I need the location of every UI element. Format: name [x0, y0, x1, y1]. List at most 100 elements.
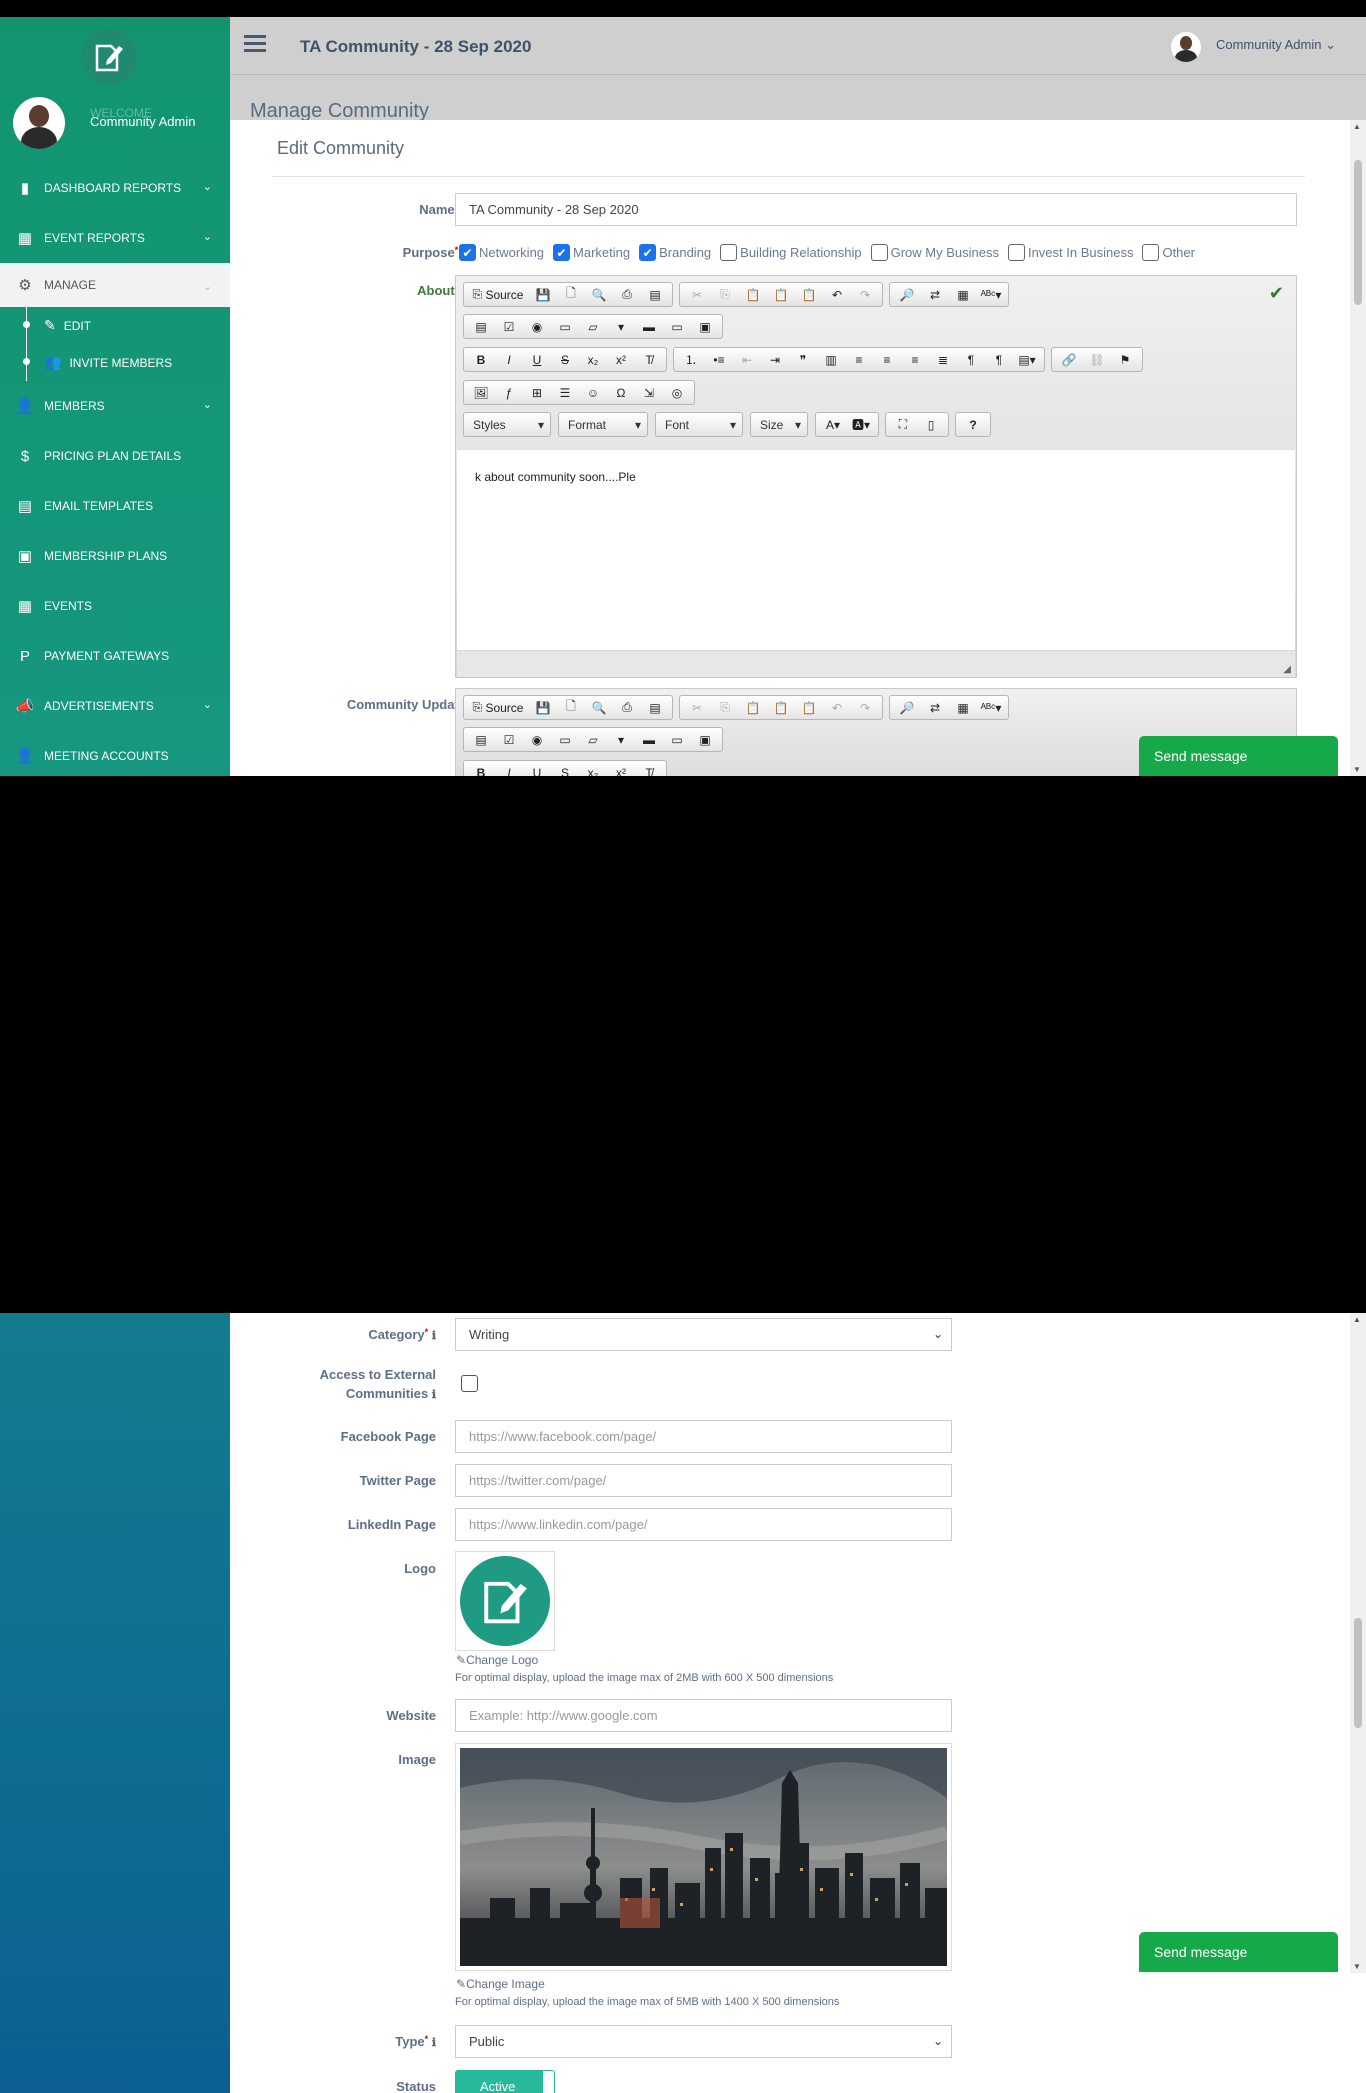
- find-icon[interactable]: 🔎: [893, 695, 921, 720]
- textarea-icon[interactable]: ▱: [579, 314, 607, 339]
- scroll-up-icon[interactable]: ▲: [1353, 1315, 1361, 1324]
- replace-icon[interactable]: ⇄: [921, 282, 949, 307]
- button-icon[interactable]: ▬: [635, 314, 663, 339]
- select-all-icon[interactable]: ▦: [949, 695, 977, 720]
- underline-icon[interactable]: U: [523, 760, 551, 777]
- page-break-icon[interactable]: ⇲: [635, 380, 663, 405]
- strike-icon[interactable]: S: [551, 760, 579, 777]
- strike-icon[interactable]: S: [551, 347, 579, 372]
- sidebar-item-advertisements[interactable]: 📣 ADVERTISEMENTS ⌄: [0, 681, 230, 731]
- purpose-invest-in-business[interactable]: Invest In Business: [1007, 244, 1133, 261]
- source-button[interactable]: ⎘ Source: [467, 282, 529, 307]
- subscript-icon[interactable]: x₂: [579, 760, 607, 777]
- image-button-icon[interactable]: ▭: [663, 727, 691, 752]
- undo-icon[interactable]: ↶: [823, 282, 851, 307]
- sidebar-item-meeting-accounts[interactable]: 👤 MEETING ACCOUNTS: [0, 731, 230, 776]
- change-image-link[interactable]: ✎Change Image: [456, 1977, 545, 1991]
- about-editor-content[interactable]: k about community soon....Ple: [457, 450, 1295, 650]
- text-color-icon[interactable]: A▾: [819, 412, 847, 437]
- align-right-icon[interactable]: ≡: [901, 347, 929, 372]
- textfield-icon[interactable]: ▭: [551, 314, 579, 339]
- send-message-button[interactable]: Send message: [1139, 1932, 1338, 1972]
- scroll-down-icon[interactable]: ▼: [1353, 765, 1361, 774]
- spellcheck-icon[interactable]: ᴬᴮᶜ▾: [977, 695, 1005, 720]
- superscript-icon[interactable]: x²: [607, 347, 635, 372]
- status-toggle[interactable]: Active: [455, 2070, 543, 2093]
- select-all-icon[interactable]: ▦: [949, 282, 977, 307]
- new-page-icon[interactable]: 🗋: [557, 695, 585, 720]
- size-dropdown[interactable]: Size ▾: [750, 412, 808, 437]
- sidebar-item-pricing-plan-details[interactable]: $ PRICING PLAN DETAILS: [0, 431, 230, 481]
- paste-word-icon[interactable]: 📋: [795, 695, 823, 720]
- external-communities-checkbox[interactable]: [461, 1375, 478, 1392]
- purpose-marketing[interactable]: ✔ Marketing: [553, 244, 630, 261]
- font-dropdown[interactable]: Font ▾: [655, 412, 743, 437]
- italic-icon[interactable]: I: [495, 760, 523, 777]
- italic-icon[interactable]: I: [495, 347, 523, 372]
- language-icon[interactable]: ▤▾: [1013, 347, 1041, 372]
- textfield-icon[interactable]: ▭: [551, 727, 579, 752]
- form-icon[interactable]: ▤: [467, 727, 495, 752]
- sidebar-subitem-edit[interactable]: ✎ EDIT: [0, 307, 230, 344]
- redo-icon[interactable]: ↷: [851, 282, 879, 307]
- align-left-icon[interactable]: ≡: [845, 347, 873, 372]
- paste-text-icon[interactable]: 📋: [767, 695, 795, 720]
- sidebar-item-event-reports[interactable]: ▦ EVENT REPORTS ⌄: [0, 213, 230, 263]
- status-toggle-knob[interactable]: [543, 2070, 555, 2093]
- flash-icon[interactable]: ƒ: [495, 380, 523, 405]
- source-button[interactable]: ⎘ Source: [467, 695, 529, 720]
- textarea-icon[interactable]: ▱: [579, 727, 607, 752]
- scroll-down-icon[interactable]: ▼: [1353, 1962, 1361, 1971]
- subscript-icon[interactable]: x₂: [579, 347, 607, 372]
- div-icon[interactable]: ▥: [817, 347, 845, 372]
- hidden-field-icon[interactable]: ▣: [691, 727, 719, 752]
- sidebar-item-membership-plans[interactable]: ▣ MEMBERSHIP PLANS: [0, 531, 230, 581]
- select-icon[interactable]: ▾: [607, 314, 635, 339]
- table-icon[interactable]: ⊞: [523, 380, 551, 405]
- paste-icon[interactable]: 📋: [739, 695, 767, 720]
- twitter-input[interactable]: https://twitter.com/page/: [455, 1464, 952, 1497]
- image-button-icon[interactable]: ▭: [663, 314, 691, 339]
- copy-icon[interactable]: ⎘: [711, 695, 739, 720]
- show-blocks-icon[interactable]: ▯: [917, 412, 945, 437]
- ltr-icon[interactable]: ¶: [957, 347, 985, 372]
- blockquote-icon[interactable]: ❞: [789, 347, 817, 372]
- send-message-button[interactable]: Send message: [1139, 736, 1338, 776]
- redo-icon[interactable]: ↷: [851, 695, 879, 720]
- paste-text-icon[interactable]: 📋: [767, 282, 795, 307]
- save-icon[interactable]: 💾: [529, 282, 557, 307]
- checkbox-icon[interactable]: ☑: [495, 727, 523, 752]
- sidebar-subitem-invite-members[interactable]: 👥 INVITE MEMBERS: [0, 344, 230, 381]
- iframe-icon[interactable]: ◎: [663, 380, 691, 405]
- sidebar-item-email-templates[interactable]: ▤ EMAIL TEMPLATES: [0, 481, 230, 531]
- sidebar-item-payment-gateways[interactable]: P PAYMENT GATEWAYS: [0, 631, 230, 681]
- bullet-list-icon[interactable]: •≡: [705, 347, 733, 372]
- print-icon[interactable]: ⎙: [613, 282, 641, 307]
- checkbox[interactable]: [1142, 244, 1160, 261]
- underline-icon[interactable]: U: [523, 347, 551, 372]
- preview-icon[interactable]: 🔍: [585, 695, 613, 720]
- templates-icon[interactable]: ▤: [641, 695, 669, 720]
- indent-icon[interactable]: ⇥: [761, 347, 789, 372]
- purpose-networking[interactable]: ✔ Networking: [459, 244, 544, 261]
- styles-dropdown[interactable]: Styles ▾: [463, 412, 551, 437]
- find-icon[interactable]: 🔎: [893, 282, 921, 307]
- undo-icon[interactable]: ↶: [823, 695, 851, 720]
- special-char-icon[interactable]: Ω: [607, 380, 635, 405]
- sidebar-item-manage[interactable]: ⚙ MANAGE ⌄: [0, 263, 230, 307]
- unlink-icon[interactable]: ⛓: [1083, 347, 1111, 372]
- scroll-thumb[interactable]: [1354, 160, 1362, 305]
- checkbox-checked[interactable]: ✔: [553, 244, 571, 261]
- cut-icon[interactable]: ✂: [683, 282, 711, 307]
- new-page-icon[interactable]: 🗋: [557, 282, 585, 307]
- checkbox[interactable]: [720, 244, 738, 261]
- paste-icon[interactable]: 📋: [739, 282, 767, 307]
- paste-word-icon[interactable]: 📋: [795, 282, 823, 307]
- button-icon[interactable]: ▬: [635, 727, 663, 752]
- linkedin-input[interactable]: https://www.linkedin.com/page/: [455, 1508, 952, 1541]
- spellcheck-icon[interactable]: ᴬᴮᶜ▾: [977, 282, 1005, 307]
- rtl-icon[interactable]: ¶: [985, 347, 1013, 372]
- save-icon[interactable]: 💾: [529, 695, 557, 720]
- name-input[interactable]: TA Community - 28 Sep 2020: [455, 193, 1297, 226]
- justify-icon[interactable]: ≣: [929, 347, 957, 372]
